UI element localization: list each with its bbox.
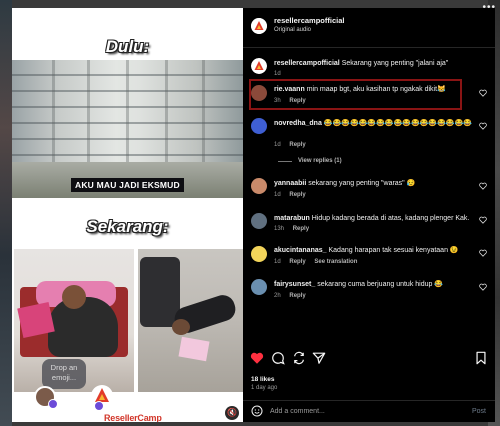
reply-button[interactable]: Reply (289, 98, 305, 104)
comment-username[interactable]: rie.vaann (274, 86, 305, 93)
bookmark-icon[interactable] (474, 351, 488, 365)
reply-button[interactable]: Reply (289, 293, 305, 299)
comment-username[interactable]: matarabun (274, 215, 310, 222)
comment-meta: 1d Reply (274, 142, 306, 148)
emoji-prompt[interactable]: Drop an emoji... (42, 359, 86, 389)
post-button[interactable]: Post (472, 408, 486, 415)
comment-time: 1d (274, 192, 281, 198)
comment-meta: 1d Reply See translation (274, 259, 357, 265)
comment-text: yannaabii sekarang yang penting "waras" … (274, 179, 474, 189)
comment-time: 13h (274, 226, 285, 232)
comment-body: sekarang cuma berjuang untuk hidup 😂 (317, 281, 444, 288)
backdrop-left (0, 0, 12, 426)
media-caption: AKU MAU JADI EKSMUD (71, 178, 184, 192)
comment-text: fairysunset_ sekarang cuma berjuang untu… (274, 280, 474, 290)
see-translation-button[interactable]: See translation (314, 259, 357, 265)
comment-avatar[interactable] (251, 246, 267, 262)
comment-body: Kadang harapan tak sesuai kenyataan 😉 (328, 247, 459, 254)
comment-meta: 3h Reply (274, 98, 306, 104)
comment-text: rie.vaann min maap bgt, aku kasihan tp n… (274, 85, 474, 95)
profile-avatar[interactable] (251, 18, 267, 34)
media-title-top: Dulu: (105, 37, 150, 56)
header-username[interactable]: resellercampofficial (274, 16, 344, 25)
comment-time: 2h (274, 293, 281, 299)
comment-username[interactable]: akucintananas_ (274, 247, 327, 254)
post-actions (243, 351, 495, 371)
heart-icon[interactable] (250, 351, 264, 365)
comment-meta: 1d Reply (274, 192, 306, 198)
share-icon[interactable] (312, 351, 326, 365)
comment-meta: 2h Reply (274, 293, 306, 299)
repost-icon[interactable] (292, 351, 306, 365)
comments-panel: resellercampofficial Original audio rese… (243, 8, 495, 422)
comment-meta: 1d (274, 71, 288, 77)
comment-icon[interactable] (271, 351, 285, 365)
reply-button[interactable]: Reply (289, 192, 305, 198)
likes-count[interactable]: 18 likes (251, 376, 275, 383)
view-replies-line (278, 161, 292, 162)
comment-username[interactable]: fairysunset_ (274, 281, 315, 288)
comment-body: sekarang yang penting "waras" 😥 (308, 180, 416, 187)
comment-text: akucintananas_ Kadang harapan tak sesuai… (274, 246, 474, 256)
post-header: resellercampofficial Original audio (243, 8, 495, 48)
like-comment-icon[interactable] (479, 122, 487, 130)
comment-time: 1d (274, 259, 281, 265)
reply-button[interactable]: Reply (293, 226, 309, 232)
comment-avatar[interactable] (251, 85, 267, 101)
comment-avatar[interactable] (251, 178, 267, 194)
comment-avatar[interactable] (251, 58, 267, 74)
comment-avatar[interactable] (251, 118, 267, 134)
speaker-muted-icon[interactable]: 🔇 (225, 406, 239, 420)
comment-body: 😂😂😂😂😂😂😂😂😂😂😂😂😂😂😂😂😂 (323, 120, 472, 127)
post-media[interactable]: Dulu: AKU MAU JADI EKSMUD Sekarang: Drop… (12, 8, 243, 422)
brand-name: ResellerCamp (104, 413, 162, 422)
like-comment-icon[interactable] (479, 89, 487, 97)
comment-text: novredha_dna 😂😂😂😂😂😂😂😂😂😂😂😂😂😂😂😂😂 (274, 119, 474, 129)
comment-time: 1d (274, 142, 281, 148)
comment-username[interactable]: novredha_dna (274, 120, 322, 127)
photo-person-on-floor (138, 249, 243, 392)
view-replies-button[interactable]: View replies (1) (298, 158, 342, 164)
like-comment-icon[interactable] (479, 216, 487, 224)
media-title-bottom: Sekarang: (86, 217, 169, 236)
post-time: 1 day ago (251, 385, 278, 391)
comment-username[interactable]: resellercampofficial (274, 60, 340, 67)
like-comment-icon[interactable] (479, 283, 487, 291)
comment-avatar[interactable] (251, 279, 267, 295)
comment-username[interactable]: yannaabii (274, 180, 306, 187)
badge-icon (94, 401, 104, 411)
like-comment-icon[interactable] (479, 182, 487, 190)
add-comment-bar: Add a comment... Post (243, 400, 495, 422)
comment-time: 1d (274, 71, 281, 77)
comment-body: min maap bgt, aku kasihan tp ngakak diki… (306, 86, 446, 93)
reply-button[interactable]: Reply (289, 142, 305, 148)
comment-avatar[interactable] (251, 213, 267, 229)
audio-label[interactable]: Original audio (274, 27, 311, 33)
like-comment-icon[interactable] (479, 249, 487, 257)
reply-button[interactable]: Reply (289, 259, 305, 265)
comment-text: resellercampofficial Sekarang yang penti… (274, 59, 474, 69)
tagged-user-avatar[interactable] (34, 386, 58, 409)
add-comment-input[interactable]: Add a comment... (270, 408, 325, 415)
emoji-icon[interactable] (251, 405, 263, 417)
comment-body: Hidup kadang berada di atas, kadang plen… (311, 215, 470, 222)
comment-time: 3h (274, 98, 281, 104)
comment-text: matarabun Hidup kadang berada di atas, k… (274, 214, 474, 224)
comment-body: Sekarang yang penting "jalani aja" (341, 60, 449, 67)
comment-meta: 13h Reply (274, 226, 309, 232)
